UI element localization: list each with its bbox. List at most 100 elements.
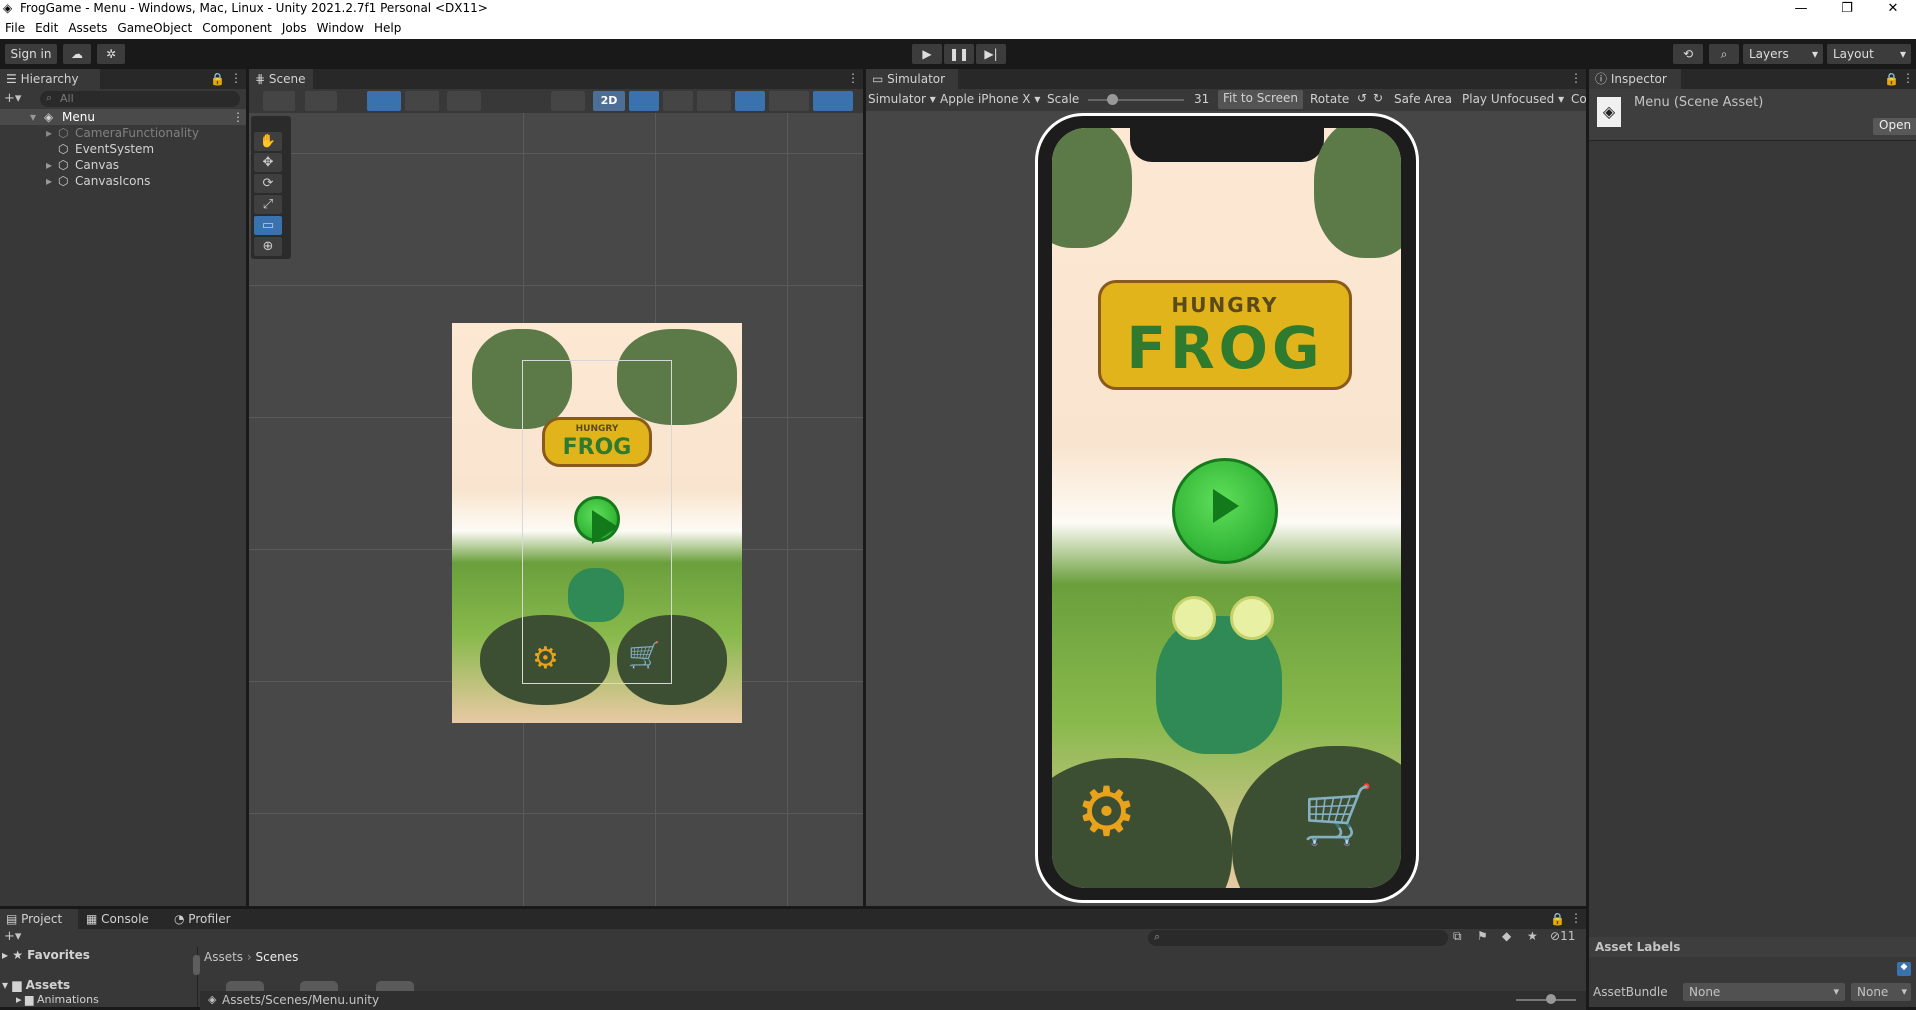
effects-icon[interactable] [697,91,731,111]
rect-tool-icon[interactable]: ▭ [254,216,282,235]
favorites-row[interactable]: ▸ ★ Favorites [2,947,90,963]
kebab-menu-icon[interactable]: ⋮ [1570,911,1582,925]
phone-screen[interactable]: HUNGRY FROG ⚙ 🛒 [1052,128,1401,888]
tag-icon[interactable]: ◆ [1502,929,1511,943]
list-item[interactable]: ▸ ⬡ CanvasIcons [0,173,246,189]
lock-icon[interactable]: 🔒 [1884,72,1899,86]
collab-icon[interactable]: ✲ [97,44,125,64]
visibility-icon[interactable] [735,91,765,111]
settings-gear-icon[interactable]: ⚙ [1076,778,1137,848]
list-item[interactable]: ⬡ EventSystem [0,141,246,157]
device-dropdown[interactable]: Apple iPhone X ▾ [940,92,1040,106]
tab-inspector[interactable]: ⓘ Inspector [1589,69,1681,89]
render-mode-icon[interactable] [551,91,585,111]
hidden-packages-icon[interactable]: ⊘11 [1550,929,1575,943]
kebab-menu-icon[interactable]: ⋮ [1902,71,1914,85]
audio-icon[interactable] [663,91,693,111]
rotate-right-icon[interactable]: ↻ [1373,91,1383,105]
asset-thumbnail[interactable] [376,981,414,991]
tab-profiler[interactable]: ◔ Profiler [168,909,258,929]
2d-toggle-button[interactable]: 2D [593,91,625,111]
camera-icon[interactable] [769,91,809,111]
star-icon[interactable]: ★ [1527,929,1538,943]
menu-gameobject[interactable]: GameObject [112,19,197,35]
menu-help[interactable]: Help [369,19,406,35]
play-button[interactable]: ▶ [912,44,942,64]
project-search-input[interactable]: ⌕ [1148,930,1448,946]
asset-thumbnail[interactable] [300,981,338,991]
menu-file[interactable]: File [0,19,30,35]
kebab-menu-icon[interactable]: ⋮ [1570,71,1582,85]
kebab-menu-icon[interactable]: ⋮ [232,109,244,125]
move-tool-icon[interactable]: ✥ [254,153,282,172]
grid-toggle-icon[interactable] [405,91,439,111]
lighting-icon[interactable] [629,91,659,111]
filter-by-type-icon[interactable]: ⧉ [1453,929,1462,944]
step-button[interactable]: ▶| [976,44,1006,64]
layout-dropdown[interactable]: Layout ▾ [1827,44,1911,64]
lock-icon[interactable]: 🔒 [210,72,225,86]
scale-slider-track[interactable] [1088,99,1184,101]
rotate-tool-icon[interactable]: ⟳ [254,174,282,193]
thumbnail-size-handle[interactable] [1546,994,1556,1004]
tab-project[interactable]: ▤ Project [0,909,78,929]
shop-cart-icon[interactable]: 🛒 [1302,784,1374,846]
menu-assets[interactable]: Assets [63,19,112,35]
search-icon[interactable]: ⌕ [1709,44,1739,64]
kebab-menu-icon[interactable]: ⋮ [847,71,859,85]
sign-in-button[interactable]: Sign in [5,44,57,64]
tab-simulator[interactable]: ▭ Simulator [866,69,958,89]
grid-snap-icon[interactable] [367,91,401,111]
scrollbar[interactable] [193,955,200,975]
lock-icon[interactable]: 🔒 [1550,912,1565,926]
scene-name: Menu [62,110,95,124]
menu-edit[interactable]: Edit [30,19,63,35]
play-mode-dropdown[interactable]: Play Unfocused ▾ [1462,92,1564,106]
globe-icon[interactable] [305,91,337,111]
hierarchy-search-input[interactable]: ⌕ All [40,91,240,107]
gizmos-icon[interactable] [813,91,853,111]
close-button[interactable]: ✕ [1870,0,1916,19]
menu-window[interactable]: Window [312,19,369,35]
asset-thumbnail[interactable] [226,981,264,991]
play-game-button[interactable] [1172,458,1278,564]
tab-hierarchy[interactable]: ☰ Hierarchy [0,69,100,89]
cloud-icon[interactable]: ☁ [63,44,91,64]
tab-console[interactable]: ▦ Console [80,909,166,929]
simulator-mode-dropdown[interactable]: Simulator ▾ [868,92,936,106]
scene-viewport[interactable]: ✋ ✥ ⟳ ⤢ ▭ ⊕ HUNGRY FROG ⚙ 🛒 [249,113,863,909]
asset-bundle-dropdown[interactable]: None ▾ [1683,983,1845,1001]
safe-area-toggle[interactable]: Safe Area [1394,92,1452,106]
kebab-menu-icon[interactable]: ⋮ [230,71,242,85]
hand-tool-icon[interactable]: ✋ [254,132,282,151]
pause-button[interactable]: ❚❚ [944,44,974,64]
scene-row[interactable]: ▾ ◈ Menu ⋮ [0,109,246,125]
animations-row[interactable]: ▸ ▆ Animations [16,992,99,1008]
scale-slider-handle[interactable] [1107,94,1118,105]
increment-snap-icon[interactable] [447,91,481,111]
hierarchy-panel: ☰ Hierarchy 🔒 ⋮ +▾ ⌕ All ▾ ◈ Menu ⋮ ▸ ⬡ … [0,69,246,909]
minimize-button[interactable]: — [1778,0,1824,19]
maximize-button[interactable]: ❐ [1824,0,1870,19]
rotate-left-icon[interactable]: ↺ [1357,91,1367,105]
menu-component[interactable]: Component [197,19,277,35]
breadcrumb-assets[interactable]: Assets [204,950,243,964]
add-icon[interactable]: +▾ [4,929,21,944]
label-tag-icon[interactable]: ◆ [1897,962,1911,976]
fit-to-screen-button[interactable]: Fit to Screen [1218,90,1303,109]
breadcrumb-scenes[interactable]: Scenes [256,950,299,964]
list-item[interactable]: ▸ ⬡ Canvas [0,157,246,173]
filter-by-label-icon[interactable]: ⚑ [1477,929,1488,943]
layers-dropdown[interactable]: Layers ▾ [1743,44,1823,64]
draw-mode-dropdown[interactable] [263,91,295,111]
open-button[interactable]: Open [1873,118,1916,135]
history-icon[interactable]: ⟲ [1673,44,1703,64]
scale-tool-icon[interactable]: ⤢ [254,195,282,214]
tab-scene[interactable]: ⋕ Scene [249,69,313,89]
assets-row[interactable]: ▾ ▆ Assets [2,977,70,993]
add-icon[interactable]: +▾ [4,91,21,106]
list-item[interactable]: ▸ ⬡ CameraFunctionality [0,125,246,141]
asset-bundle-variant-dropdown[interactable]: None ▾ [1851,983,1911,1001]
transform-tool-icon[interactable]: ⊕ [254,237,282,256]
menu-jobs[interactable]: Jobs [277,19,312,35]
